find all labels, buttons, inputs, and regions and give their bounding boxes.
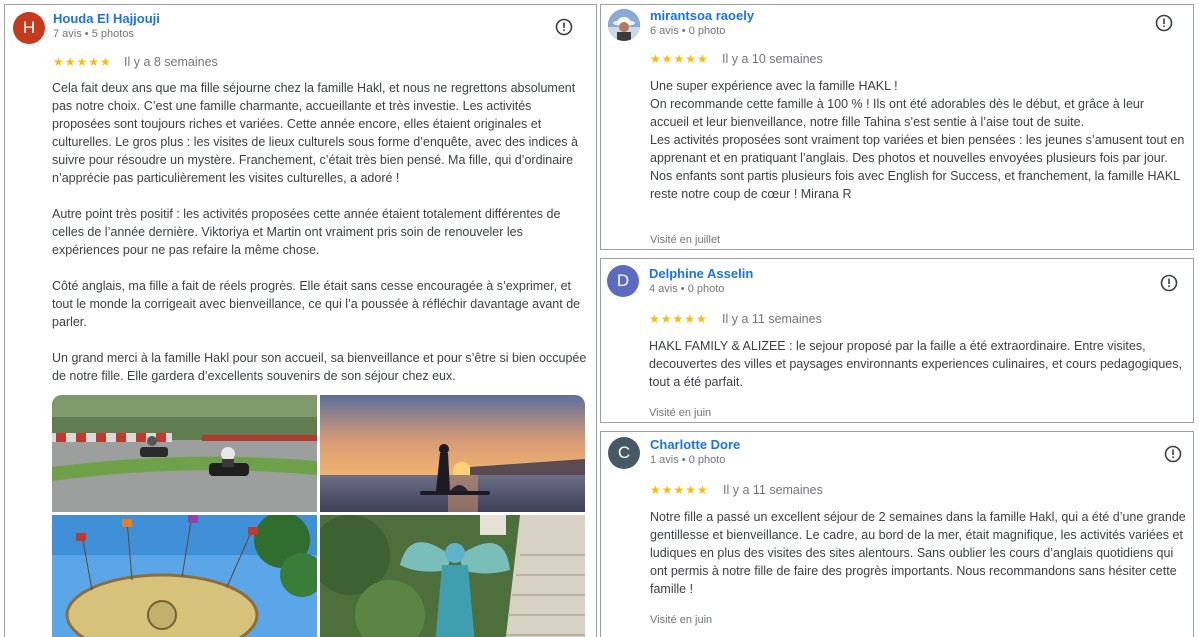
reviewer-meta: 4 avis • 0 photo xyxy=(649,283,725,295)
review-card-charlotte: C Charlotte Dore 1 avis • 0 photo ★★★★★ … xyxy=(600,431,1194,637)
review-text: Une super expérience avec la famille HAK… xyxy=(650,77,1186,203)
visit-date: Visité en juin xyxy=(650,614,713,626)
review-line: On recommande cette famille à 100 % ! Il… xyxy=(650,97,1145,129)
profile-photo xyxy=(608,9,640,41)
review-photos xyxy=(52,395,585,637)
star-rating: ★★★★★ xyxy=(650,483,709,497)
review-date: Il y a 11 semaines xyxy=(722,312,822,326)
review-paragraph: Autre point très positif : les activités… xyxy=(52,207,561,257)
fairy-costume-photo[interactable] xyxy=(320,515,585,637)
star-rating: ★★★★★ xyxy=(650,52,709,66)
exclamation-circle-icon xyxy=(1155,14,1173,32)
review-card-delphine: D Delphine Asselin 4 avis • 0 photo ★★★★… xyxy=(600,258,1194,423)
review-card-mirantsoa: mirantsoa raoely 6 avis • 0 photo ★★★★★ … xyxy=(600,4,1194,250)
exclamation-circle-icon xyxy=(1164,445,1182,463)
exclamation-circle-icon xyxy=(555,18,573,36)
fairground-ride-photo[interactable] xyxy=(52,515,317,637)
more-options-button[interactable] xyxy=(1159,273,1179,293)
reviewer-name[interactable]: Houda El Hajjouji xyxy=(53,11,160,26)
reviewer-meta: 1 avis • 0 photo xyxy=(650,454,726,466)
avatar[interactable]: C xyxy=(608,437,640,469)
reviewer-name[interactable]: mirantsoa raoely xyxy=(650,8,754,23)
visit-date: Visité en juin xyxy=(649,407,712,419)
star-rating: ★★★★★ xyxy=(53,55,112,69)
reviewer-name[interactable]: Charlotte Dore xyxy=(650,437,740,452)
avatar[interactable]: H xyxy=(13,12,45,44)
star-rating: ★★★★★ xyxy=(649,312,708,326)
review-paragraph: Cela fait deux ans que ma fille séjourne… xyxy=(52,81,578,185)
go-kart-photo[interactable] xyxy=(52,395,317,512)
review-text: HAKL FAMILY & ALIZEE : le sejour proposé… xyxy=(649,339,1182,389)
reviewer-meta: 7 avis • 5 photos xyxy=(53,28,134,40)
avatar[interactable] xyxy=(608,9,640,41)
review-line: Une super expérience avec la famille HAK… xyxy=(650,79,898,93)
review-text: Cela fait deux ans que ma fille séjourne… xyxy=(52,79,587,385)
review-paragraph: Un grand merci à la famille Hakl pour so… xyxy=(52,351,587,383)
reviewer-meta: 6 avis • 0 photo xyxy=(650,25,726,37)
review-date: Il y a 11 semaines xyxy=(723,483,823,497)
more-options-button[interactable] xyxy=(554,17,574,37)
sunset-paddle-photo[interactable] xyxy=(320,395,585,512)
review-line: Les activités proposées sont vraiment to… xyxy=(650,133,1185,165)
review-text: Notre fille a passé un excellent séjour … xyxy=(650,510,1186,596)
review-date: Il y a 10 semaines xyxy=(722,52,823,66)
visit-date: Visité en juillet xyxy=(650,234,721,246)
review-paragraph: Côté anglais, ma fille a fait de réels p… xyxy=(52,279,581,329)
more-options-button[interactable] xyxy=(1154,13,1174,33)
avatar[interactable]: D xyxy=(607,265,639,297)
exclamation-circle-icon xyxy=(1160,274,1178,292)
more-options-button[interactable] xyxy=(1163,444,1183,464)
reviewer-name[interactable]: Delphine Asselin xyxy=(649,266,753,281)
review-date: Il y a 8 semaines xyxy=(124,55,218,69)
review-line: Nos enfants sont partis plusieurs fois a… xyxy=(650,169,1180,201)
review-card-houda: H Houda El Hajjouji 7 avis • 5 photos ★★… xyxy=(4,4,597,637)
